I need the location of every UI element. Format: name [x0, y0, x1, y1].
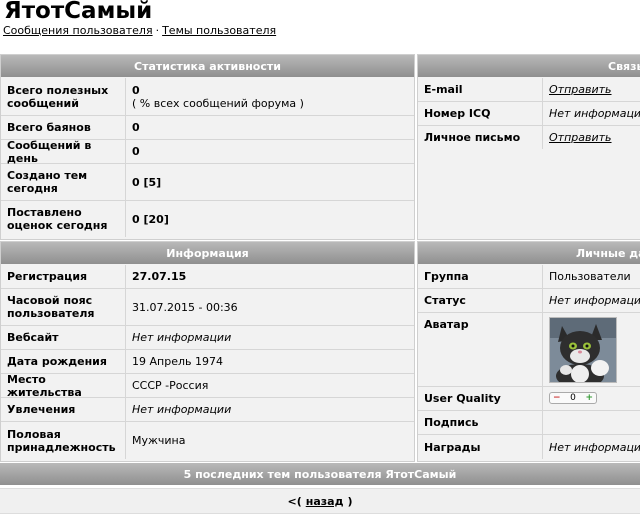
- user-quality-widget: − 0 +: [549, 392, 597, 404]
- info-value: 31.07.2015 - 00:36: [125, 289, 414, 325]
- activity-subvalue: ( % всех сообщений форума ): [132, 96, 304, 110]
- quality-plus-button[interactable]: +: [585, 393, 593, 403]
- personal-row-signature: Подпись: [418, 411, 640, 435]
- personal-label: Аватар: [424, 318, 469, 331]
- info-row-location: Место жительства СССР -Россия: [1, 372, 414, 399]
- activity-value: 0 [20]: [125, 201, 414, 237]
- info-row-interests: Увлечения Нет информации: [1, 398, 414, 422]
- personal-label: Группа: [424, 270, 469, 283]
- info-row-timezone: Часовой пояс пользователя 31.07.2015 - 0…: [1, 289, 414, 326]
- personal-panel: Личные данные Группа Пользователи Статус…: [417, 241, 640, 462]
- personal-value: Нет информации: [542, 435, 640, 459]
- info-label: Регистрация: [7, 270, 88, 283]
- quality-cell: − 0 +: [542, 387, 640, 410]
- profile-links: Сообщения пользователя · Темы пользователя: [3, 24, 276, 37]
- nav-suffix: ): [347, 494, 353, 508]
- activity-label: Всего баянов: [7, 121, 91, 134]
- activity-panel: Статистика активности Всего полезных соо…: [0, 54, 415, 240]
- activity-label: Поставлено оценок сегодня: [7, 206, 108, 232]
- info-label: Половая принадлежность: [7, 427, 116, 454]
- send-email-link[interactable]: Отправить: [542, 78, 640, 101]
- contacts-panel: Связь E-mail Отправить Номер ICQ Нет инф…: [417, 54, 640, 240]
- info-value: Нет информации: [125, 398, 414, 421]
- link-separator: ·: [155, 24, 160, 37]
- info-row-website: Вебсайт Нет информации: [1, 326, 414, 350]
- activity-value: 0: [125, 116, 414, 139]
- info-header: Информация: [1, 242, 414, 264]
- personal-header-label: Личные данные: [576, 246, 640, 260]
- cat-avatar-image: [550, 318, 616, 382]
- activity-value-cell: 0 ( % всех сообщений форума ): [125, 78, 414, 115]
- info-row-birthday: Дата рождения 19 Апрель 1974: [1, 350, 414, 374]
- contacts-header: Связь: [418, 55, 640, 77]
- avatar-cell: [542, 313, 640, 386]
- nav-prefix: <(: [287, 494, 302, 508]
- activity-header: Статистика активности: [1, 55, 414, 77]
- contacts-header-label: Связь: [608, 59, 640, 73]
- quality-minus-button[interactable]: −: [553, 393, 561, 403]
- info-value: Мужчина: [125, 422, 414, 459]
- activity-row-ratings-today: Поставлено оценок сегодня 0 [20]: [1, 201, 414, 237]
- contact-label: E-mail: [424, 83, 463, 96]
- activity-label: Создано тем сегодня: [7, 169, 88, 195]
- personal-value: Нет информации: [542, 289, 640, 312]
- info-label: Часовой пояс пользователя: [7, 294, 95, 320]
- activity-label: Всего полезных сообщений: [7, 83, 109, 110]
- activity-row-per-day: Сообщений в день 0: [1, 138, 414, 165]
- info-label: Место жительства: [7, 372, 82, 399]
- contact-row-email: E-mail Отправить: [418, 78, 640, 102]
- personal-row-status: Статус Нет информации: [418, 289, 640, 313]
- quality-value: 0: [570, 393, 576, 403]
- info-value: 27.07.15: [125, 265, 414, 288]
- info-label: Вебсайт: [7, 331, 59, 344]
- activity-value: 0: [132, 83, 140, 97]
- personal-value: [542, 411, 640, 434]
- profile-username: ЯтотСамый: [4, 0, 153, 24]
- contact-value: Нет информации: [542, 102, 640, 125]
- last-topics-header: 5 последних тем пользователя ЯтотСамый: [0, 463, 640, 485]
- info-value: Нет информации: [125, 326, 414, 349]
- activity-row-topics-today: Создано тем сегодня 0 [5]: [1, 164, 414, 201]
- info-panel: Информация Регистрация 27.07.15 Часовой …: [0, 241, 415, 462]
- contact-label: Личное письмо: [424, 131, 521, 144]
- personal-row-quality: User Quality − 0 +: [418, 387, 640, 411]
- send-pm-link[interactable]: Отправить: [542, 126, 640, 149]
- personal-label: Статус: [424, 294, 466, 307]
- activity-value: 0 [5]: [125, 164, 414, 200]
- activity-label: Сообщений в день: [7, 138, 92, 165]
- personal-label: User Quality: [424, 392, 501, 405]
- personal-value: Пользователи: [542, 265, 640, 288]
- personal-header: Личные данные: [418, 242, 640, 264]
- personal-row-avatar: Аватар: [418, 313, 640, 387]
- info-value: СССР -Россия: [125, 374, 414, 397]
- contact-row-icq: Номер ICQ Нет информации: [418, 102, 640, 126]
- user-posts-link[interactable]: Сообщения пользователя: [3, 24, 153, 37]
- personal-label: Награды: [424, 440, 481, 454]
- user-topics-link[interactable]: Темы пользователя: [162, 24, 276, 37]
- info-row-gender: Половая принадлежность Мужчина: [1, 422, 414, 459]
- personal-row-group: Группа Пользователи: [418, 265, 640, 289]
- activity-row-bayans: Всего баянов 0: [1, 116, 414, 140]
- info-label: Увлечения: [7, 403, 76, 416]
- back-navigation: <( назад ): [0, 488, 640, 514]
- back-link[interactable]: назад: [306, 495, 344, 508]
- personal-label: Подпись: [424, 416, 479, 429]
- info-row-registration: Регистрация 27.07.15: [1, 265, 414, 289]
- contact-row-pm: Личное письмо Отправить: [418, 126, 640, 149]
- info-label: Дата рождения: [7, 355, 107, 368]
- info-value: 19 Апрель 1974: [125, 350, 414, 373]
- avatar: [549, 317, 617, 383]
- contact-label: Номер ICQ: [424, 107, 491, 120]
- activity-row-posts: Всего полезных сообщений 0 ( % всех сооб…: [1, 78, 414, 116]
- personal-row-awards: Награды Нет информации: [418, 435, 640, 459]
- activity-value: 0: [125, 140, 414, 163]
